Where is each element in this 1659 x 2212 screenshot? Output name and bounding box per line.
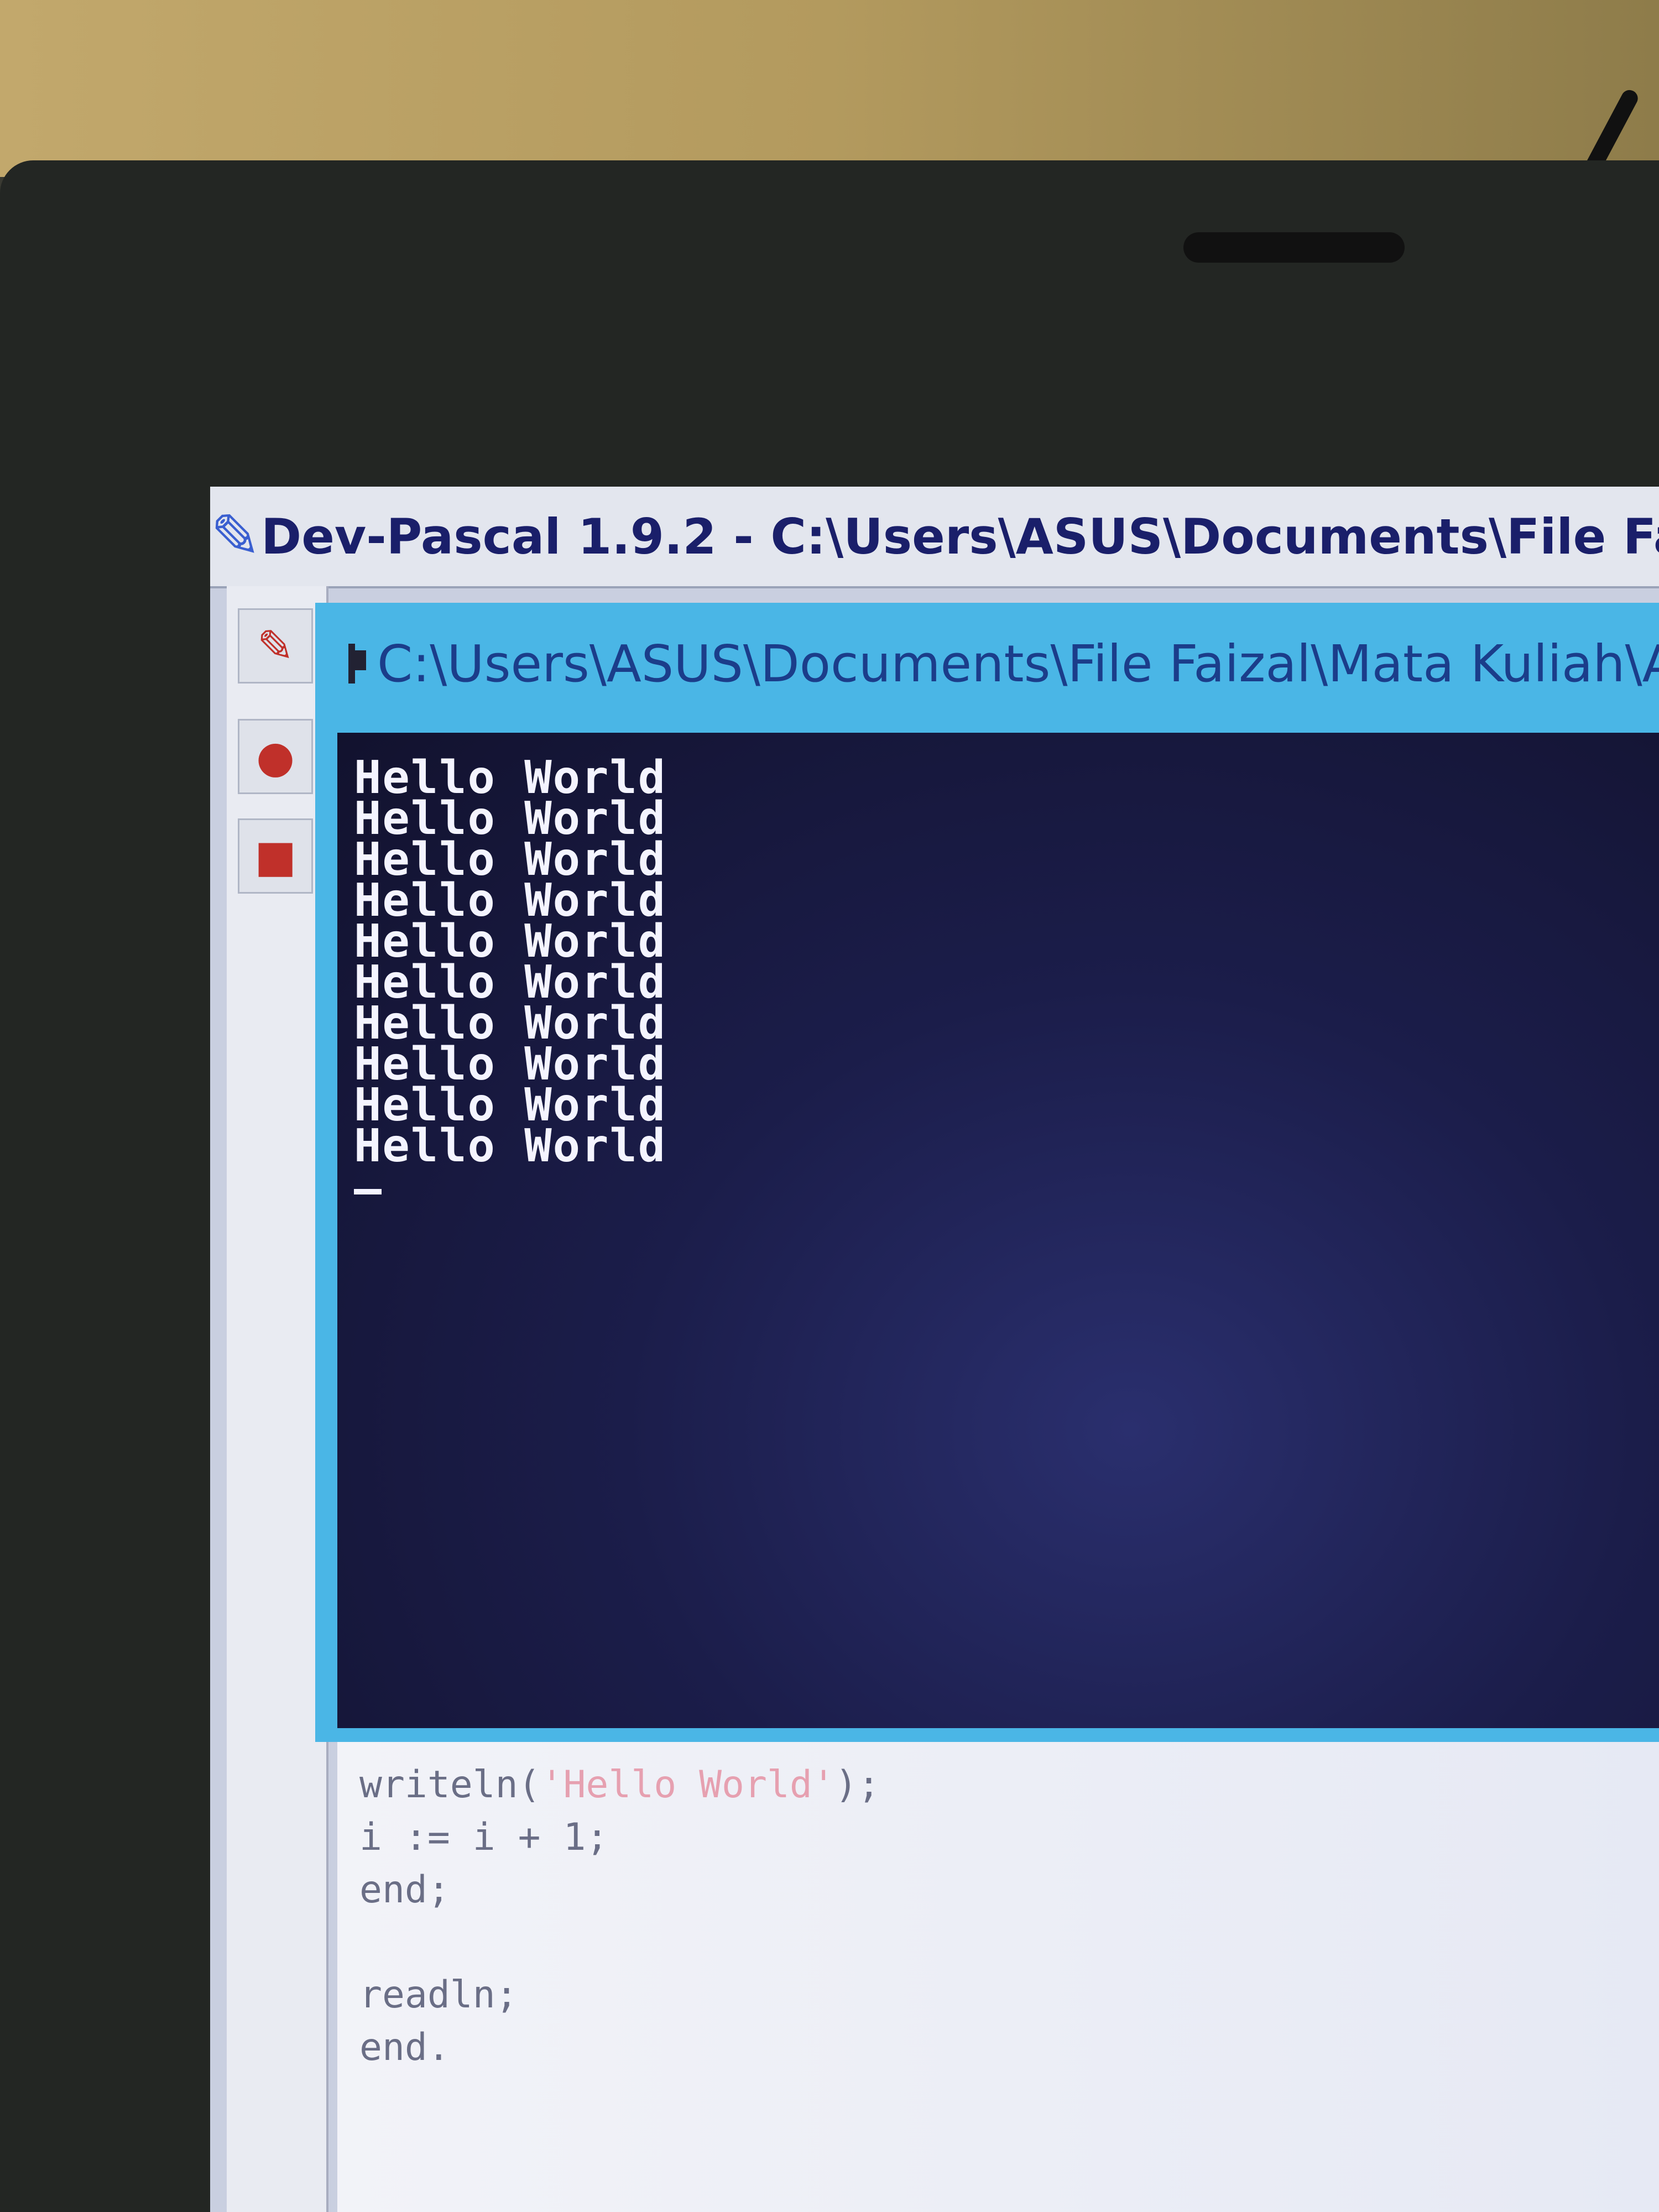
new-file-icon[interactable]: ✎ xyxy=(238,608,313,684)
console-window: C:\Users\ASUS\Documents\File Faizal\Mata… xyxy=(315,603,1659,1742)
code-line: i := i + 1; xyxy=(359,1815,609,1859)
console-titlebar[interactable]: C:\Users\ASUS\Documents\File Faizal\Mata… xyxy=(315,603,1659,724)
screen: ✎ Dev-Pascal 1.9.2 - C:\Users\ASUS\Docum… xyxy=(210,487,1659,2212)
camera-notch xyxy=(1183,232,1405,263)
text-cursor xyxy=(354,1189,382,1194)
console-output[interactable]: Hello World Hello World Hello World Hell… xyxy=(337,733,1659,1728)
compile-icon[interactable]: ■ xyxy=(238,818,313,894)
console-window-title: C:\Users\ASUS\Documents\File Faizal\Mata… xyxy=(377,634,1659,693)
ide-titlebar[interactable]: ✎ Dev-Pascal 1.9.2 - C:\Users\ASUS\Docum… xyxy=(210,487,1659,588)
ide-window-title: Dev-Pascal 1.9.2 - C:\Users\ASUS\Documen… xyxy=(261,508,1659,565)
code-editor[interactable]: writeln('Hello World'); i := i + 1; end;… xyxy=(337,1742,1659,2212)
code-line: writeln('Hello World'); xyxy=(359,1763,880,1807)
background-wall xyxy=(0,0,1659,177)
ide-toolbar-side: ✎ ● ■ xyxy=(227,586,328,2212)
code-line: readln; xyxy=(359,1973,518,2017)
console-icon xyxy=(348,644,366,684)
dev-pascal-icon: ✎ xyxy=(210,501,262,572)
stop-icon[interactable]: ● xyxy=(238,719,313,794)
code-line: end. xyxy=(359,2026,450,2069)
code-line: end; xyxy=(359,1868,450,1912)
console-line: Hello World xyxy=(354,1120,667,1172)
